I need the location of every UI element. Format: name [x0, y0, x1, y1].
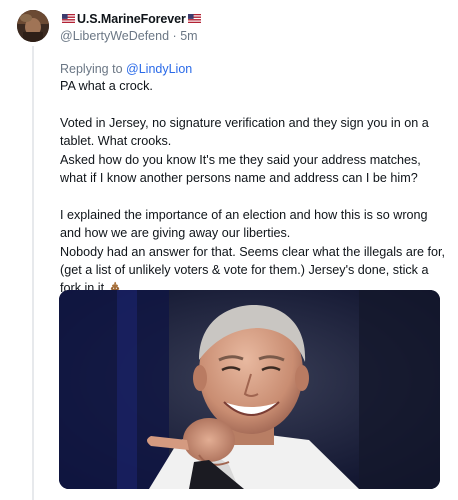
us-flag-icon — [187, 14, 201, 23]
meta-separator: · — [172, 29, 177, 43]
author-handle[interactable]: @LibertyWeDefend — [60, 29, 169, 43]
post-image[interactable] — [59, 290, 440, 489]
post-body: PA what a crock. Voted in Jersey, no sig… — [60, 77, 450, 298]
replying-prefix: Replying to — [60, 62, 123, 76]
thread-line — [32, 46, 34, 500]
reply-mention-link[interactable]: @LindyLion — [126, 62, 192, 76]
post-line: PA what a crock. — [60, 79, 153, 93]
post-line: Asked how do you know It's me they said … — [60, 152, 421, 186]
us-flag-icon — [62, 14, 75, 23]
post-paragraph: Voted in Jersey, no signature verificati… — [60, 114, 450, 188]
avatar[interactable] — [17, 10, 49, 42]
post-paragraph: I explained the importance of an electio… — [60, 206, 450, 298]
post-line: I explained the importance of an electio… — [60, 207, 428, 241]
post-header: U.S.MarineForever @LibertyWeDefend · 5m — [60, 10, 448, 43]
post-paragraph: PA what a crock. — [60, 77, 450, 95]
author-name-row[interactable]: U.S.MarineForever — [60, 10, 448, 27]
post-time[interactable]: 5m — [180, 29, 197, 43]
post-card: U.S.MarineForever @LibertyWeDefend · 5m … — [0, 0, 458, 500]
author-handle-row: @LibertyWeDefend · 5m — [60, 29, 448, 43]
avatar-image — [17, 10, 49, 42]
photo-man-pointing — [59, 290, 440, 489]
replying-to: Replying to @LindyLion — [60, 62, 192, 76]
author-display-name[interactable]: U.S.MarineForever — [77, 12, 186, 26]
post-line: Voted in Jersey, no signature verificati… — [60, 115, 429, 149]
